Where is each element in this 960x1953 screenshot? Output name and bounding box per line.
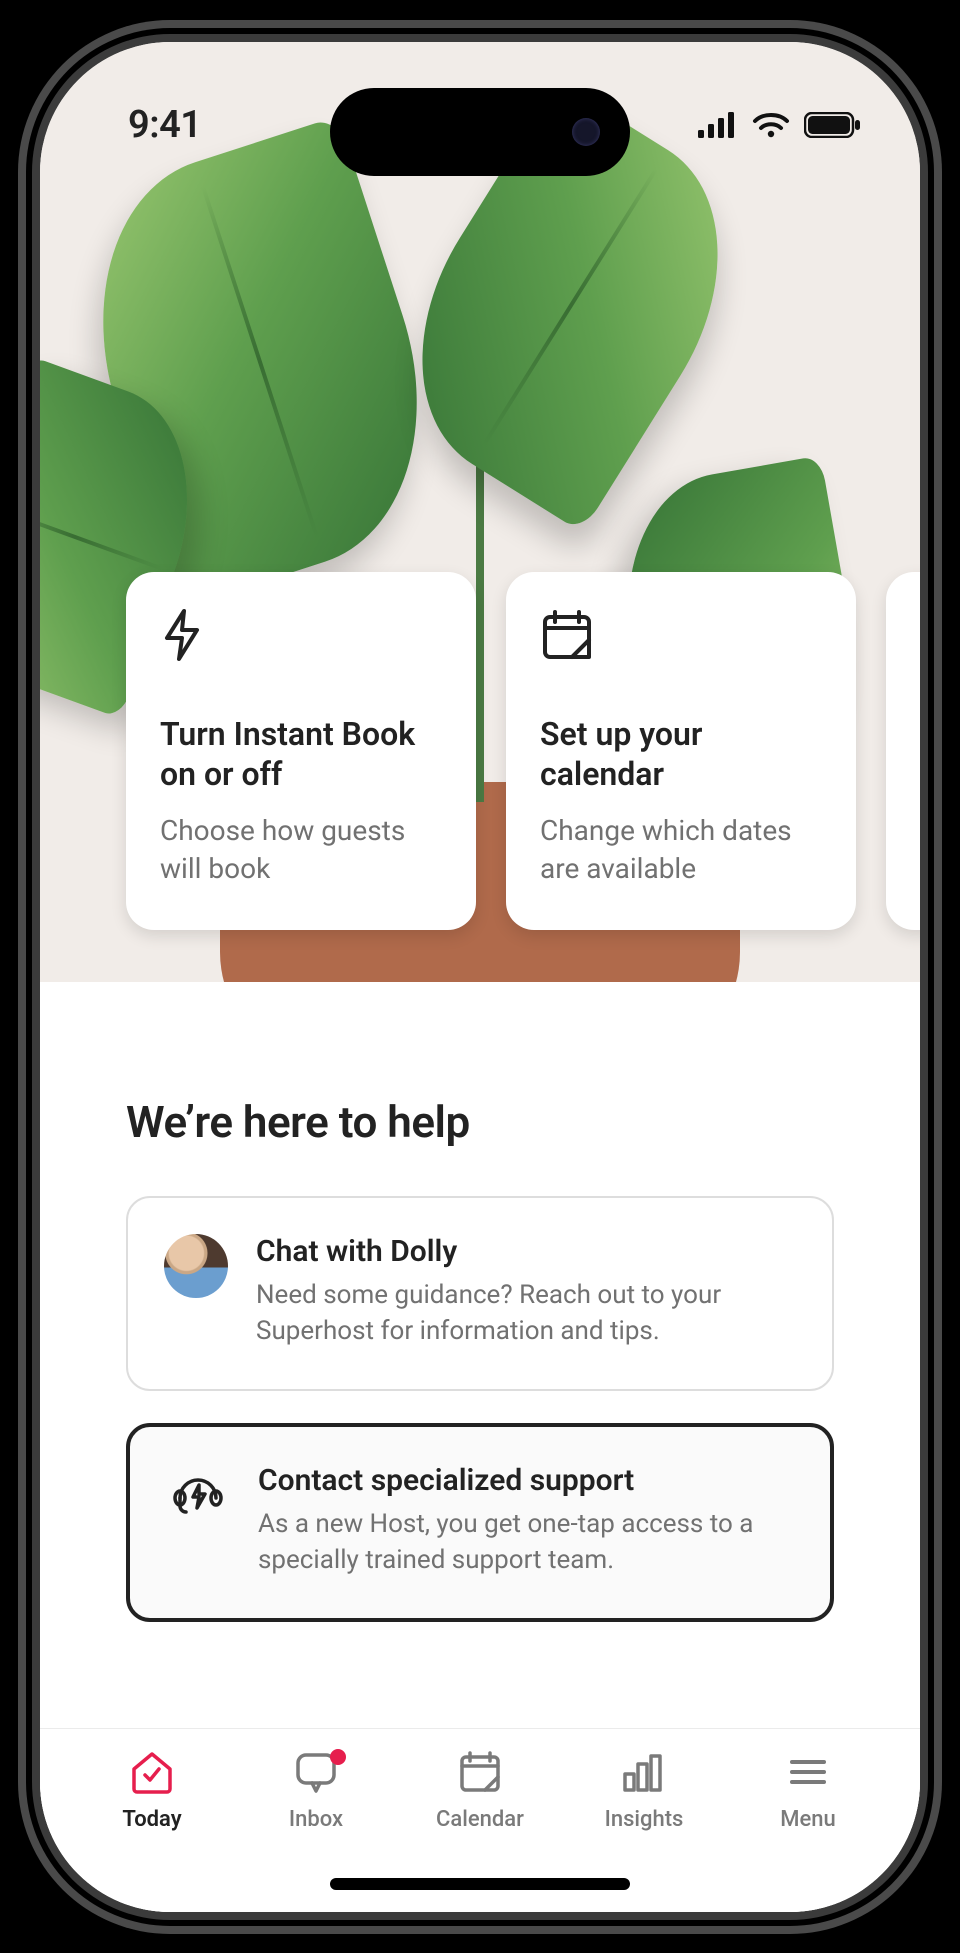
help-list: Chat with Dolly Need some guidance? Reac… [40,1196,920,1622]
headset-bolt-icon [166,1463,230,1527]
tab-label: Menu [780,1807,836,1832]
card-subtitle: Change which dates are available [540,812,822,888]
card-title: Turn Instant Book on or off [160,714,442,794]
tab-label: Inbox [289,1807,343,1832]
content-area: We’re here to help Chat with Dolly Need … [40,982,920,1912]
dynamic-island [330,88,630,176]
tab-label: Calendar [436,1807,524,1832]
notification-badge [330,1749,346,1765]
card-title: Set up your calendar [540,714,822,794]
bars-icon [620,1750,668,1798]
tab-calendar[interactable]: Calendar [420,1751,540,1832]
battery-icon [804,112,862,138]
house-check-icon [128,1749,176,1799]
help-heading: We’re here to help [40,982,920,1196]
wifi-icon [752,111,790,139]
card-instant-book[interactable]: Turn Instant Book on or off Choose how g… [126,572,476,930]
calendar-fold-icon [540,608,822,664]
help-card-title: Chat with Dolly [256,1234,796,1269]
help-card-contact-support[interactable]: Contact specialized support As a new Hos… [126,1423,834,1622]
tab-today[interactable]: Today [92,1751,212,1832]
help-card-chat-superhost[interactable]: Chat with Dolly Need some guidance? Reac… [126,1196,834,1391]
help-card-subtitle: Need some guidance? Reach out to your Su… [256,1277,796,1349]
card-setup-calendar[interactable]: Set up your calendar Change which dates … [506,572,856,930]
bolt-icon [160,608,442,664]
calendar-fold-icon [457,1749,503,1799]
card-partial[interactable]: P C [886,572,920,930]
status-icons [698,111,862,139]
tab-insights[interactable]: Insights [584,1751,704,1832]
cellular-icon [698,112,738,138]
home-indicator [330,1878,630,1890]
tab-menu[interactable]: Menu [748,1751,868,1832]
superhost-avatar [164,1234,228,1298]
phone-frame: 9:41 Turn Instant Book on or off [40,42,920,1912]
status-time: 9:41 [98,103,201,147]
tab-label: Today [122,1807,181,1832]
tab-inbox[interactable]: Inbox [256,1751,376,1832]
card-subtitle: Choose how guests will book [160,812,442,888]
help-card-title: Contact specialized support [258,1463,794,1498]
tab-label: Insights [605,1807,684,1832]
help-card-subtitle: As a new Host, you get one-tap access to… [258,1506,794,1578]
quick-action-cards[interactable]: Turn Instant Book on or off Choose how g… [40,572,920,930]
hamburger-icon [786,1752,830,1796]
